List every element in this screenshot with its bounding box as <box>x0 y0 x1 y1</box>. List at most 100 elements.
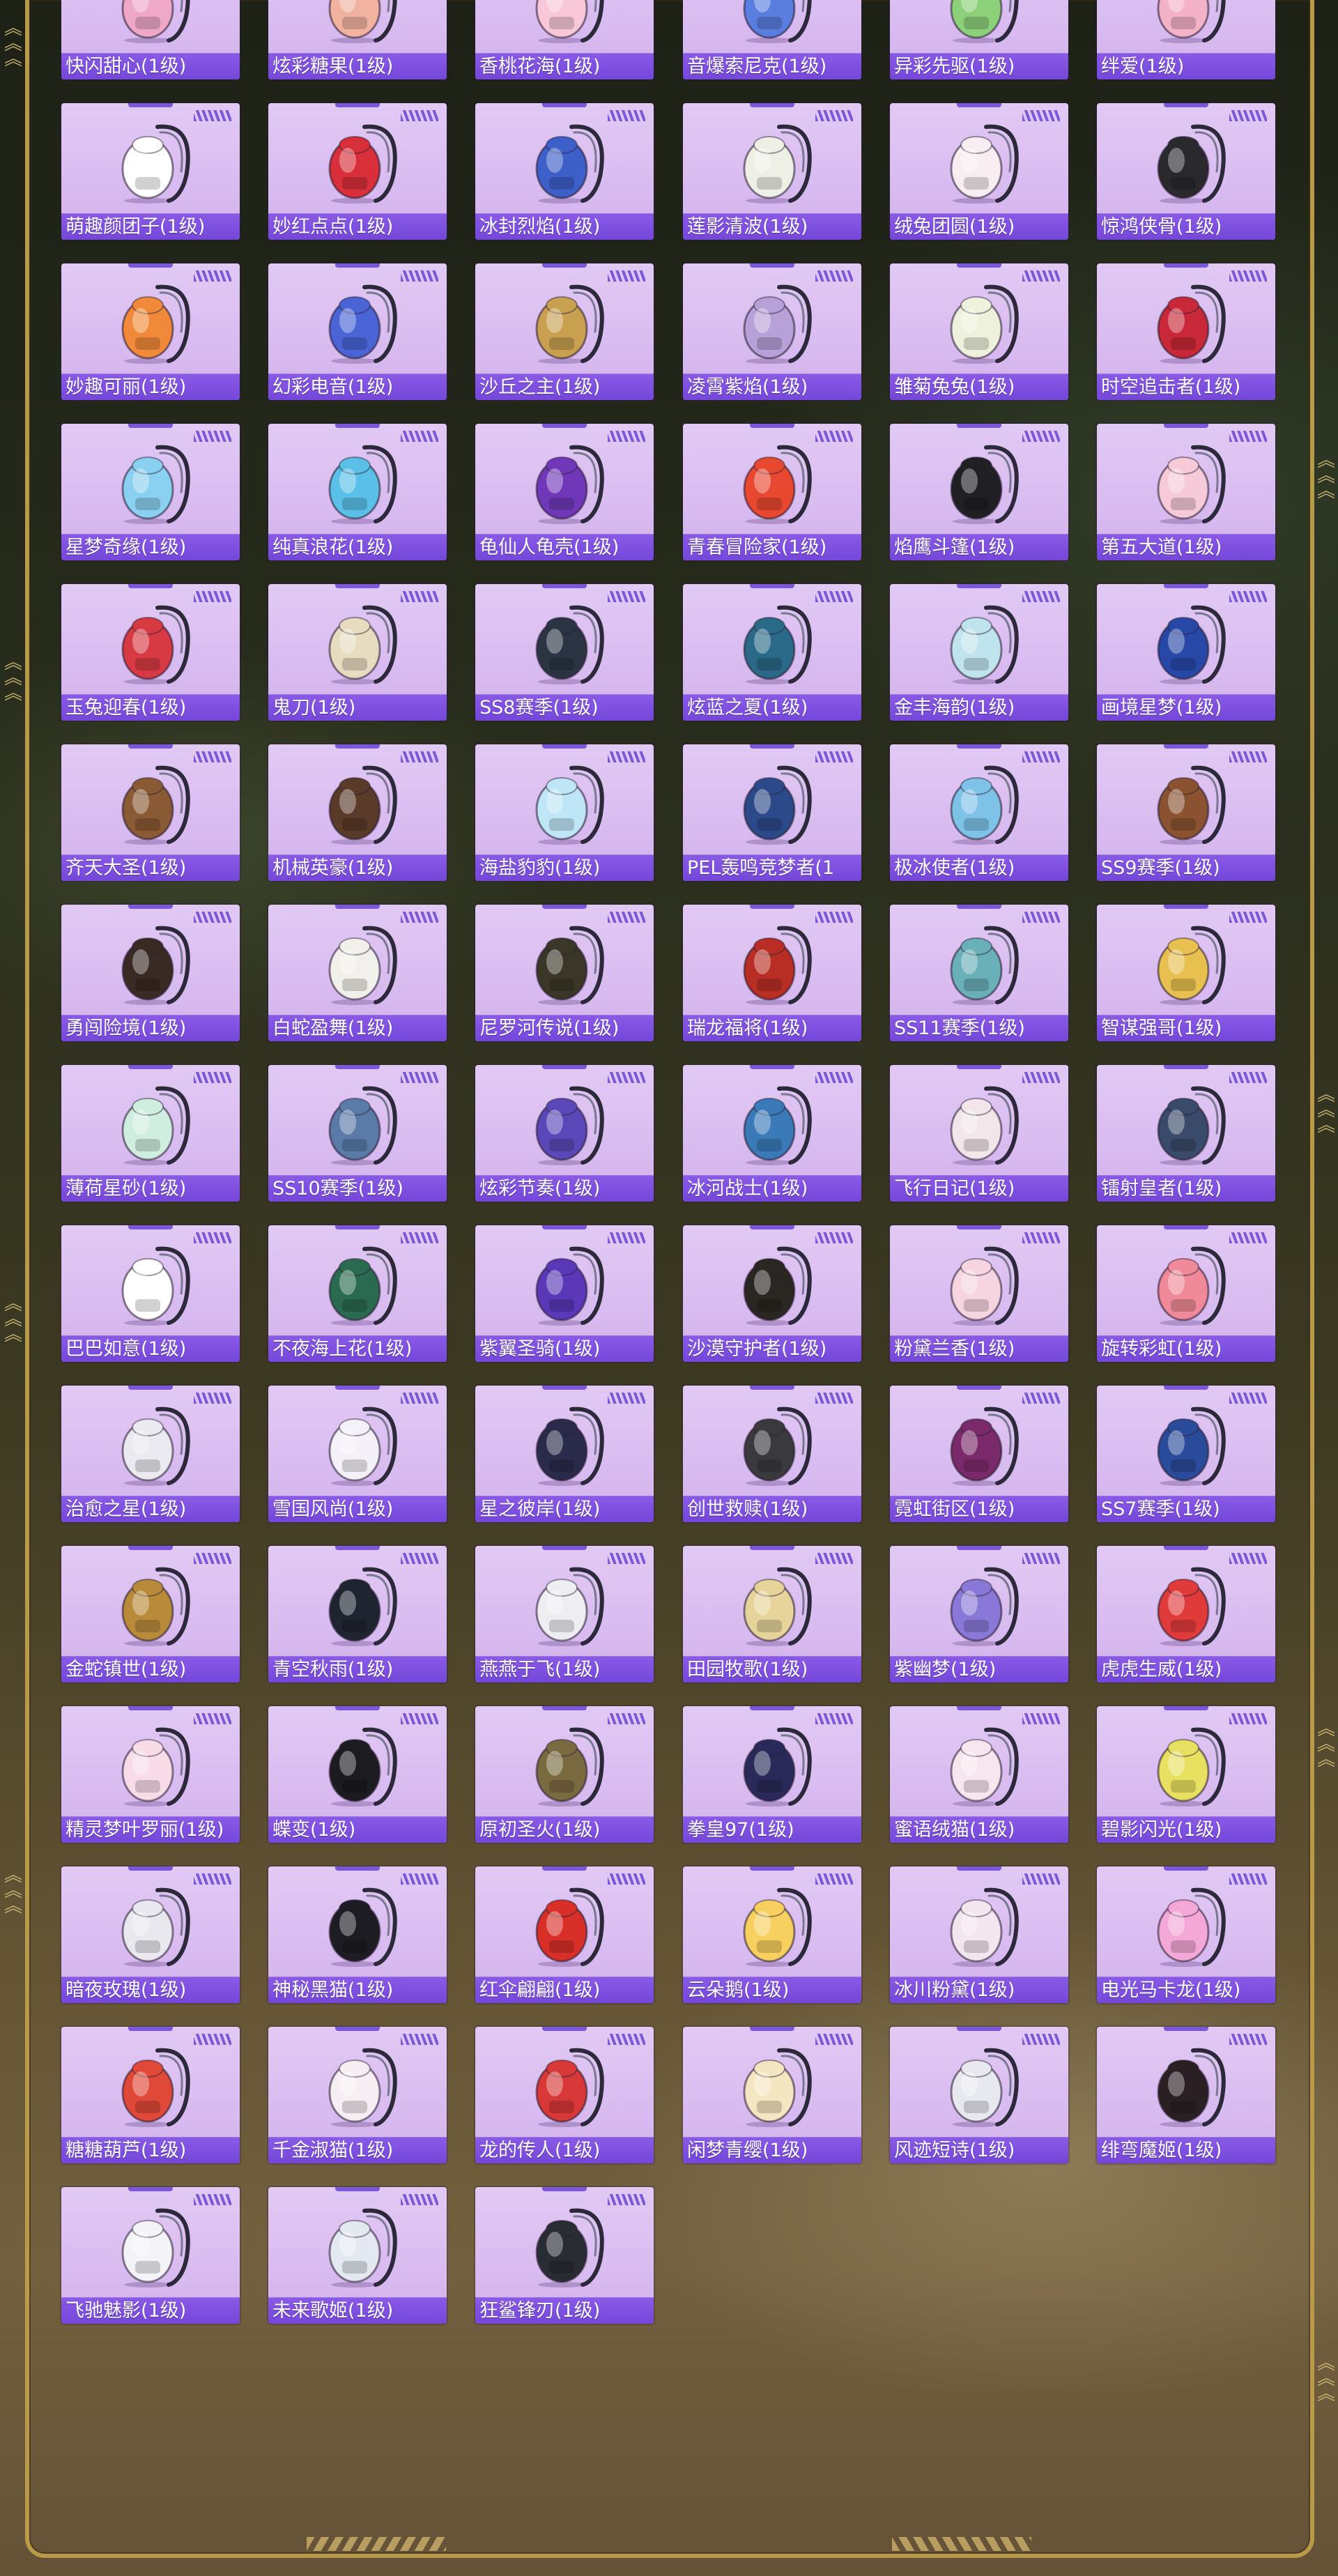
backpack-tile[interactable]: 蝶变(1级) <box>268 1706 447 1843</box>
backpack-tile[interactable]: 第五大道(1级) <box>1097 424 1275 560</box>
backpack-tile[interactable]: 齐天大圣(1级) <box>61 744 240 881</box>
backpack-tile[interactable]: 金蛇镇世(1级) <box>61 1546 240 1682</box>
backpack-tile[interactable]: 碧影闪光(1级) <box>1097 1706 1275 1843</box>
backpack-tile[interactable]: 青春冒险家(1级) <box>683 424 861 560</box>
backpack-tile[interactable]: 冰河战士(1级) <box>683 1065 861 1202</box>
backpack-tile[interactable]: 紫幽梦(1级) <box>890 1546 1068 1682</box>
backpack-tile[interactable]: 镭射皇者(1级) <box>1097 1065 1275 1202</box>
backpack-tile[interactable]: 飞驰魅影(1级) <box>61 2187 240 2324</box>
tile-notch-decoration <box>750 1386 794 1390</box>
backpack-tile[interactable]: 粉黛兰香(1级) <box>890 1225 1068 1362</box>
backpack-tile[interactable]: 神秘黑猫(1级) <box>268 1866 447 2003</box>
backpack-tile[interactable]: 惊鸿侠骨(1级) <box>1097 103 1275 240</box>
backpack-tile[interactable]: 玉兔迎春(1级) <box>61 584 240 721</box>
backpack-tile[interactable]: 龙的传人(1级) <box>475 2027 654 2163</box>
backpack-tile[interactable]: 勇闯险境(1级) <box>61 905 240 1041</box>
backpack-tile[interactable]: 绊爱(1级) <box>1097 0 1275 79</box>
backpack-tile[interactable]: 蜜语绒猫(1级) <box>890 1706 1068 1843</box>
backpack-tile[interactable]: 巴巴如意(1级) <box>61 1225 240 1362</box>
backpack-tile[interactable]: 风迹短诗(1级) <box>890 2027 1068 2163</box>
backpack-tile[interactable]: 绒兔团圆(1级) <box>890 103 1068 240</box>
backpack-tile[interactable]: 海盐豹豹(1级) <box>475 744 654 881</box>
backpack-tile[interactable]: SS10赛季(1级) <box>268 1065 447 1202</box>
tile-label: 海盐豹豹(1级) <box>475 854 654 881</box>
backpack-tile[interactable]: 时空追击者(1级) <box>1097 263 1275 400</box>
backpack-tile[interactable]: 莲影清波(1级) <box>683 103 861 240</box>
backpack-tile[interactable]: 白蛇盈舞(1级) <box>268 905 447 1041</box>
backpack-tile[interactable]: 异彩先驱(1级) <box>890 0 1068 79</box>
backpack-tile[interactable]: 炫彩节奏(1级) <box>475 1065 654 1202</box>
backpack-tile[interactable]: SS11赛季(1级) <box>890 905 1068 1041</box>
backpack-tile[interactable]: 鬼刀(1级) <box>268 584 447 721</box>
tile-label: 拳皇97(1级) <box>683 1816 861 1843</box>
tile-label: 妙趣可丽(1级) <box>61 374 240 400</box>
backpack-tile[interactable]: 原初圣火(1级) <box>475 1706 654 1843</box>
backpack-icon <box>121 445 190 524</box>
backpack-tile[interactable]: 治愈之星(1级) <box>61 1386 240 1522</box>
backpack-tile[interactable]: 星之彼岸(1级) <box>475 1386 654 1522</box>
backpack-tile[interactable]: 金丰海韵(1级) <box>890 584 1068 721</box>
backpack-tile[interactable]: 红伞翩翩(1级) <box>475 1866 654 2003</box>
backpack-tile[interactable]: 飞行日记(1级) <box>890 1065 1068 1202</box>
backpack-tile[interactable]: 闲梦青缨(1级) <box>683 2027 861 2163</box>
backpack-tile[interactable]: 绯弯魔姬(1级) <box>1097 2027 1275 2163</box>
backpack-tile[interactable]: 暗夜玫瑰(1级) <box>61 1866 240 2003</box>
backpack-icon <box>1157 926 1226 1005</box>
backpack-tile[interactable]: 田园牧歌(1级) <box>683 1546 861 1682</box>
backpack-tile[interactable]: 画境星梦(1级) <box>1097 584 1275 721</box>
backpack-tile[interactable]: 精灵梦叶罗丽(1级) <box>61 1706 240 1843</box>
backpack-tile[interactable]: 智谋强哥(1级) <box>1097 905 1275 1041</box>
backpack-tile[interactable]: 虎虎生威(1级) <box>1097 1546 1275 1682</box>
backpack-tile[interactable]: 纯真浪花(1级) <box>268 424 447 560</box>
backpack-tile[interactable]: 香桃花海(1级) <box>475 0 654 79</box>
backpack-tile[interactable]: 狂鲨锋刃(1级) <box>475 2187 654 2324</box>
backpack-tile[interactable]: 极冰使者(1级) <box>890 744 1068 881</box>
backpack-tile[interactable]: 不夜海上花(1级) <box>268 1225 447 1362</box>
backpack-tile[interactable]: 拳皇97(1级) <box>683 1706 861 1843</box>
backpack-tile[interactable]: 炫彩糖果(1级) <box>268 0 447 79</box>
backpack-tile[interactable]: 创世救赎(1级) <box>683 1386 861 1522</box>
backpack-tile[interactable]: 旋转彩虹(1级) <box>1097 1225 1275 1362</box>
backpack-tile[interactable]: 妙红点点(1级) <box>268 103 447 240</box>
backpack-tile[interactable]: 紫翼圣骑(1级) <box>475 1225 654 1362</box>
tile-label: 沙丘之主(1级) <box>475 374 654 400</box>
backpack-tile[interactable]: 妙趣可丽(1级) <box>61 263 240 400</box>
chevron-decoration-icon: ︽ ︽ ︽ <box>4 18 23 70</box>
backpack-tile[interactable]: 星梦奇缘(1级) <box>61 424 240 560</box>
backpack-tile[interactable]: 凌霄紫焰(1级) <box>683 263 861 400</box>
rarity-stripes-icon <box>401 591 438 602</box>
backpack-tile[interactable]: 糖糖葫芦(1级) <box>61 2027 240 2163</box>
backpack-tile[interactable]: 尼罗河传说(1级) <box>475 905 654 1041</box>
backpack-tile[interactable]: 雏菊兔兔(1级) <box>890 263 1068 400</box>
rarity-stripes-icon <box>608 1232 645 1243</box>
backpack-tile[interactable]: 燕燕于飞(1级) <box>475 1546 654 1682</box>
backpack-tile[interactable]: 冰封烈焰(1级) <box>475 103 654 240</box>
backpack-tile[interactable]: 冰川粉黛(1级) <box>890 1866 1068 2003</box>
backpack-tile[interactable]: 快闪甜心(1级) <box>61 0 240 79</box>
backpack-tile[interactable]: 霓虹街区(1级) <box>890 1386 1068 1522</box>
backpack-tile[interactable]: 焰鹰斗篷(1级) <box>890 424 1068 560</box>
backpack-tile[interactable]: 未来歌姬(1级) <box>268 2187 447 2324</box>
backpack-tile[interactable]: SS9赛季(1级) <box>1097 744 1275 881</box>
backpack-tile[interactable]: 幻彩电音(1级) <box>268 263 447 400</box>
backpack-tile[interactable]: SS8赛季(1级) <box>475 584 654 721</box>
rarity-stripes-icon <box>815 270 853 282</box>
backpack-tile[interactable]: SS7赛季(1级) <box>1097 1386 1275 1522</box>
backpack-tile[interactable]: 炫蓝之夏(1级) <box>683 584 861 721</box>
backpack-tile[interactable]: 薄荷星砂(1级) <box>61 1065 240 1202</box>
backpack-tile[interactable]: PEL轰鸣竞梦者(1 <box>683 744 861 881</box>
backpack-tile[interactable]: 千金淑猫(1级) <box>268 2027 447 2163</box>
backpack-tile[interactable]: 萌趣颜团子(1级) <box>61 103 240 240</box>
rarity-stripes-icon <box>194 431 231 442</box>
backpack-tile[interactable]: 电光马卡龙(1级) <box>1097 1866 1275 2003</box>
backpack-tile[interactable]: 青空秋雨(1级) <box>268 1546 447 1682</box>
backpack-tile[interactable]: 音爆索尼克(1级) <box>683 0 861 79</box>
backpack-tile[interactable]: 瑞龙福将(1级) <box>683 905 861 1041</box>
tile-notch-decoration <box>750 424 794 428</box>
backpack-tile[interactable]: 云朵鹅(1级) <box>683 1866 861 2003</box>
backpack-tile[interactable]: 龟仙人龟壳(1级) <box>475 424 654 560</box>
backpack-tile[interactable]: 沙漠守护者(1级) <box>683 1225 861 1362</box>
backpack-tile[interactable]: 机械英豪(1级) <box>268 744 447 881</box>
backpack-tile[interactable]: 雪国风尚(1级) <box>268 1386 447 1522</box>
backpack-tile[interactable]: 沙丘之主(1级) <box>475 263 654 400</box>
